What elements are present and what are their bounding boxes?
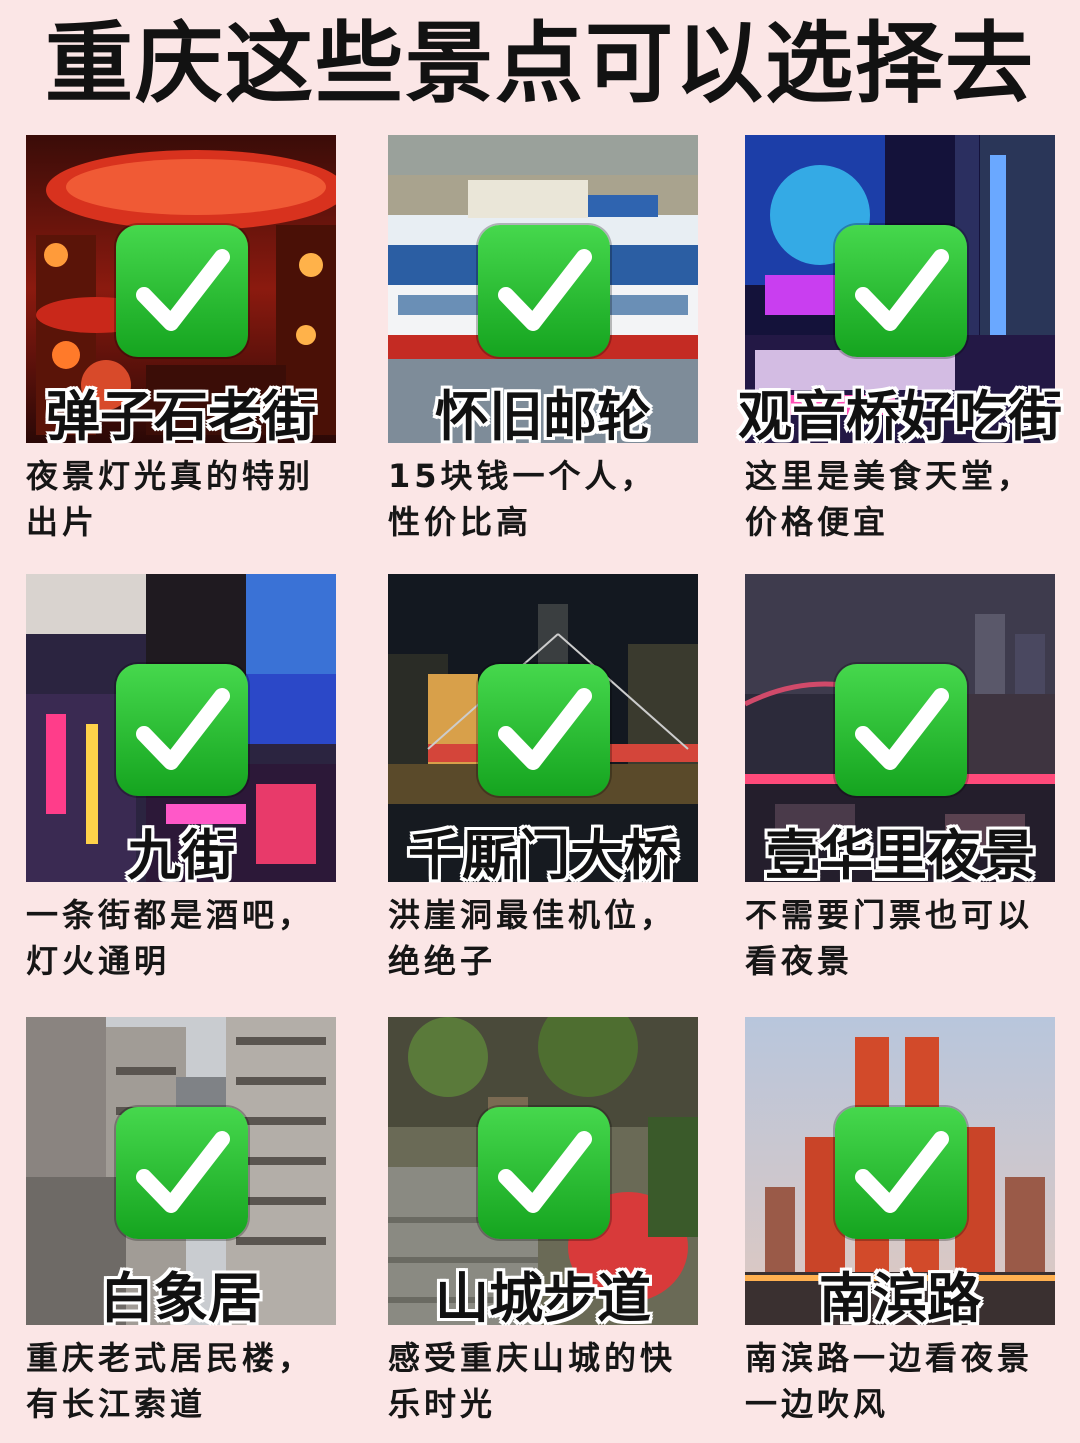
check-mark-icon xyxy=(116,225,248,357)
spot-name: 千厮门大桥 xyxy=(408,824,678,887)
spot-card-6[interactable]: 壹华里夜景 不需要门票也可以看夜景 xyxy=(745,574,1057,980)
spot-description: 南滨路一边看夜景一边吹风 xyxy=(745,1339,1034,1423)
spot-description: 洪崖洞最佳机位，绝绝子 xyxy=(388,896,677,980)
spot-description: 一条街都是酒吧，灯火通明 xyxy=(26,896,315,980)
spot-name: 弹子石老街 xyxy=(46,385,316,448)
check-mark-icon xyxy=(478,664,610,796)
spot-name: 九街 xyxy=(127,824,235,887)
spot-card-1[interactable]: 弹子石老街 夜景灯光真的特别出片 xyxy=(26,135,338,541)
spot-description: 不需要门票也可以看夜景 xyxy=(745,896,1034,980)
spot-card-3[interactable]: 观音桥好吃街 这里是美食天堂，价格便宜 xyxy=(738,135,1062,541)
spot-description: 夜景灯光真的特别出片 xyxy=(26,457,315,541)
spot-description: 15块钱一个人，性价比高 xyxy=(388,457,657,541)
spot-name: 观音桥好吃街 xyxy=(738,385,1062,448)
spot-description: 感受重庆山城的快乐时光 xyxy=(388,1339,677,1423)
spot-card-5[interactable]: 千厮门大桥 洪崖洞最佳机位，绝绝子 xyxy=(388,574,700,980)
spot-name: 壹华里夜景 xyxy=(765,824,1035,887)
check-mark-icon xyxy=(116,664,248,796)
spot-card-2[interactable]: 怀旧邮轮 15块钱一个人，性价比高 xyxy=(388,135,700,541)
spot-name: 白象居 xyxy=(100,1267,262,1330)
check-mark-icon xyxy=(835,664,967,796)
spot-description: 重庆老式居民楼，有长江索道 xyxy=(26,1339,315,1423)
spot-name: 怀旧邮轮 xyxy=(435,385,651,448)
spot-card-9[interactable]: 南滨路 南滨路一边看夜景一边吹风 xyxy=(745,1017,1057,1423)
check-mark-icon xyxy=(478,1107,610,1239)
spot-name: 南滨路 xyxy=(819,1267,981,1330)
spot-card-4[interactable]: 九街 一条街都是酒吧，灯火通明 xyxy=(26,574,338,980)
check-mark-icon xyxy=(835,1107,967,1239)
spot-name: 山城步道 xyxy=(435,1267,651,1330)
check-mark-icon xyxy=(478,225,610,357)
spot-card-7[interactable]: 白象居 重庆老式居民楼，有长江索道 xyxy=(26,1017,338,1423)
spot-description: 这里是美食天堂，价格便宜 xyxy=(745,457,1034,541)
check-mark-icon xyxy=(116,1107,248,1239)
page-title: 重庆这些景点可以选择去 xyxy=(44,12,1035,115)
spot-card-8[interactable]: 山城步道 感受重庆山城的快乐时光 xyxy=(388,1017,700,1423)
check-mark-icon xyxy=(835,225,967,357)
